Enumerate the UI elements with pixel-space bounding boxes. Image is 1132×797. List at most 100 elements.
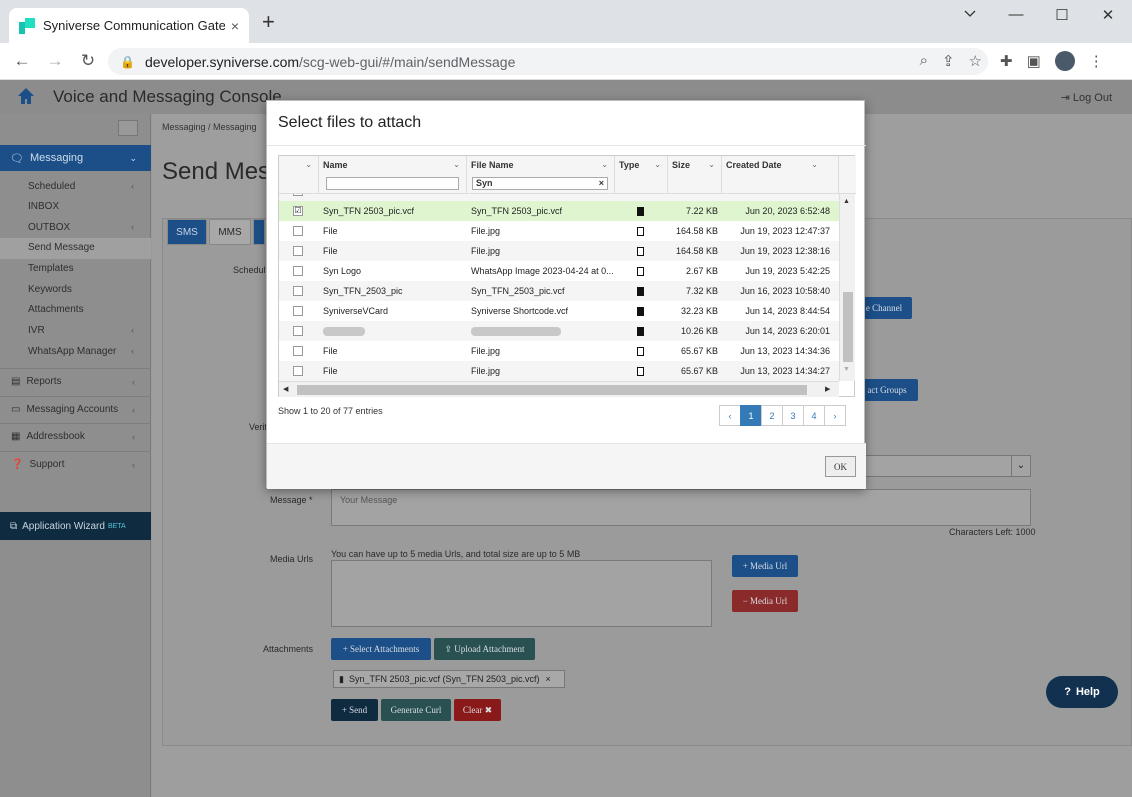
bookmark-star-icon[interactable]: ☆ [969,52,982,70]
home-icon[interactable] [16,86,36,106]
horizontal-scrollbar[interactable]: ◀ ▶ [279,381,839,397]
horizontal-scroll-thumb[interactable] [297,385,807,395]
row-checkbox[interactable] [293,246,303,256]
profile-avatar[interactable] [1054,51,1075,71]
row-checkbox[interactable]: ☑ [293,206,303,216]
column-header-label: Size [672,160,691,170]
scroll-up-icon[interactable]: ▲ [843,198,850,205]
sidebar-subitem-ivr[interactable]: IVR [28,325,45,336]
share-icon[interactable]: ⇪ [942,52,955,70]
help-button[interactable]: ? Help [1046,676,1118,708]
table-row[interactable]: ☑ Syn_TFN 2503_pic.vcf Syn_TFN 2503_pic.… [279,201,839,221]
row-checkbox[interactable] [293,226,303,236]
column-header-name[interactable]: Name ⌄ [319,156,467,194]
tab-close-icon[interactable]: × [231,18,239,34]
window-minimize-button[interactable]: — [1001,6,1031,23]
row-checkbox[interactable] [293,286,303,296]
maximize-button[interactable]: ☐ [1047,6,1077,24]
add-media-url-button[interactable]: + Media Url [732,555,798,577]
sidebar-subitem-outbox[interactable]: OUTBOX [28,222,70,233]
row-checkbox[interactable] [293,194,303,196]
select-all-column-header[interactable]: ⌄ [279,156,319,194]
ok-button[interactable]: OK [825,456,856,477]
dropdown-chevron-icon[interactable]: ⌄ [1011,455,1031,477]
vertical-scroll-thumb[interactable] [843,292,853,362]
vertical-scrollbar[interactable]: ▲ ▼ [839,194,855,381]
table-row[interactable]: File File.jpg 164.58 KB Jun 19, 2023 12:… [279,221,839,241]
table-row[interactable]: File File.jpg 65.67 KB Jun 13, 2023 14:3… [279,361,839,381]
table-row[interactable]: SyniverseVCard Syniverse Shortcode.vcf 3… [279,301,839,321]
clear-button[interactable]: Clear ✖ [454,699,501,721]
table-row[interactable]: Syn_TFN_2503_pic Syn_TFN_2503_pic.vcf 7.… [279,281,839,301]
row-checkbox[interactable] [293,266,303,276]
sidebar-item-reports[interactable]: ▤ Reports ‹ [0,368,151,394]
sidebar-item-messaging[interactable]: 🗨 Messaging ⌄ [0,145,151,171]
sidebar-subitem-attachments[interactable]: Attachments [28,304,84,315]
scroll-down-icon[interactable]: ▼ [843,366,850,373]
close-window-button[interactable]: ✕ [1093,6,1123,24]
sidebar-item-messaging-accounts[interactable]: ▭ Messaging Accounts ‹ [0,396,151,422]
media-urls-textarea[interactable] [331,560,712,627]
column-header-file-name[interactable]: File Name ⌄ Syn × [467,156,615,194]
menu-kebab-icon[interactable]: ⋮ [1089,52,1104,70]
pagination-page-4[interactable]: 4 [803,405,825,426]
pagination-prev-button[interactable]: ‹ [719,405,741,426]
media-urls-label: Media Urls [270,554,314,564]
sidebar-item-support[interactable]: ❓ Support ‹ [0,451,151,477]
remove-media-url-button[interactable]: − Media Url [732,590,798,612]
column-header-size[interactable]: Size ⌄ [668,156,722,194]
back-icon[interactable]: ← [10,51,34,71]
sidebar-subitem-whatsapp-manager[interactable]: WhatsApp Manager [28,346,116,357]
browser-tab[interactable]: Syniverse Communication Gatew × [9,8,249,43]
send-button[interactable]: + Send [331,699,378,721]
sidebar-subitem-send-message[interactable]: Send Message [0,238,151,259]
side-panel-icon[interactable]: ▣ [1027,52,1041,70]
generate-curl-button[interactable]: Generate Curl [381,699,451,721]
scroll-left-icon[interactable]: ◀ [283,385,288,393]
column-header-created-date[interactable]: Created Date ⌄ [722,156,839,194]
logout-link[interactable]: ⇥ Log Out [1061,91,1112,104]
sidebar-item-label: Messaging Accounts [26,404,119,415]
sidebar-toggle-button[interactable] [118,120,138,136]
contact-groups-button[interactable]: act Groups [856,379,918,401]
sidebar-subitem-keywords[interactable]: Keywords [28,284,72,295]
sidebar-subitem-inbox[interactable]: INBOX [28,201,59,212]
row-checkbox[interactable] [293,346,303,356]
sidebar-item-application-wizard[interactable]: ⧉ Application Wizard BETA [0,512,151,540]
extensions-icon[interactable]: ✚ [1000,52,1013,70]
name-filter-input[interactable] [326,177,459,190]
tab-other[interactable] [253,219,265,245]
tab-sms[interactable]: SMS [167,219,207,245]
table-row[interactable]: File File.jpg 65.67 KB Jun 13, 2023 14:3… [279,341,839,361]
minimize-button[interactable] [955,6,985,23]
sidebar-subitem-label: Templates [28,263,74,274]
scroll-right-icon[interactable]: ▶ [825,385,830,393]
table-row[interactable]: Syn Logo WhatsApp Image 2023-04-24 at 0.… [279,261,839,281]
clear-filter-icon[interactable]: × [599,178,604,189]
table-row[interactable]: 10.26 KB Jun 14, 2023 6:20:01 [279,321,839,341]
reload-icon[interactable]: ↻ [76,51,100,71]
table-row[interactable]: File File.jpg 164.58 KB Jun 19, 2023 12:… [279,241,839,261]
pagination-page-2[interactable]: 2 [761,405,783,426]
upload-attachment-button[interactable]: ⇪ Upload Attachment [434,638,535,660]
row-checkbox[interactable] [293,326,303,336]
select-attachments-button[interactable]: + Select Attachments [331,638,431,660]
file-name-filter-input[interactable]: Syn × [472,177,608,190]
sidebar-subitem-templates[interactable]: Templates [28,263,74,274]
sidebar-item-addressbook[interactable]: ▦ Addressbook ‹ [0,423,151,449]
zoom-icon[interactable]: ⌕ [920,52,928,70]
new-tab-button[interactable]: + [262,11,275,33]
pagination-page-1[interactable]: 1 [740,405,762,426]
column-header-type[interactable]: Type ⌄ [615,156,668,194]
sidebar-subitem-scheduled[interactable]: Scheduled [28,181,75,192]
select-dropdown[interactable] [856,455,1031,477]
tab-mms[interactable]: MMS [209,219,251,245]
remove-attachment-icon[interactable]: × [546,674,551,684]
row-checkbox[interactable] [293,366,303,376]
forward-icon[interactable]: → [43,51,67,71]
url-field[interactable]: 🔒 developer.syniverse.com/scg-web-gui/#/… [108,48,988,75]
row-checkbox[interactable] [293,306,303,316]
pagination-page-3[interactable]: 3 [782,405,804,426]
message-textarea[interactable]: Your Message [331,489,1031,526]
pagination-next-button[interactable]: › [824,405,846,426]
